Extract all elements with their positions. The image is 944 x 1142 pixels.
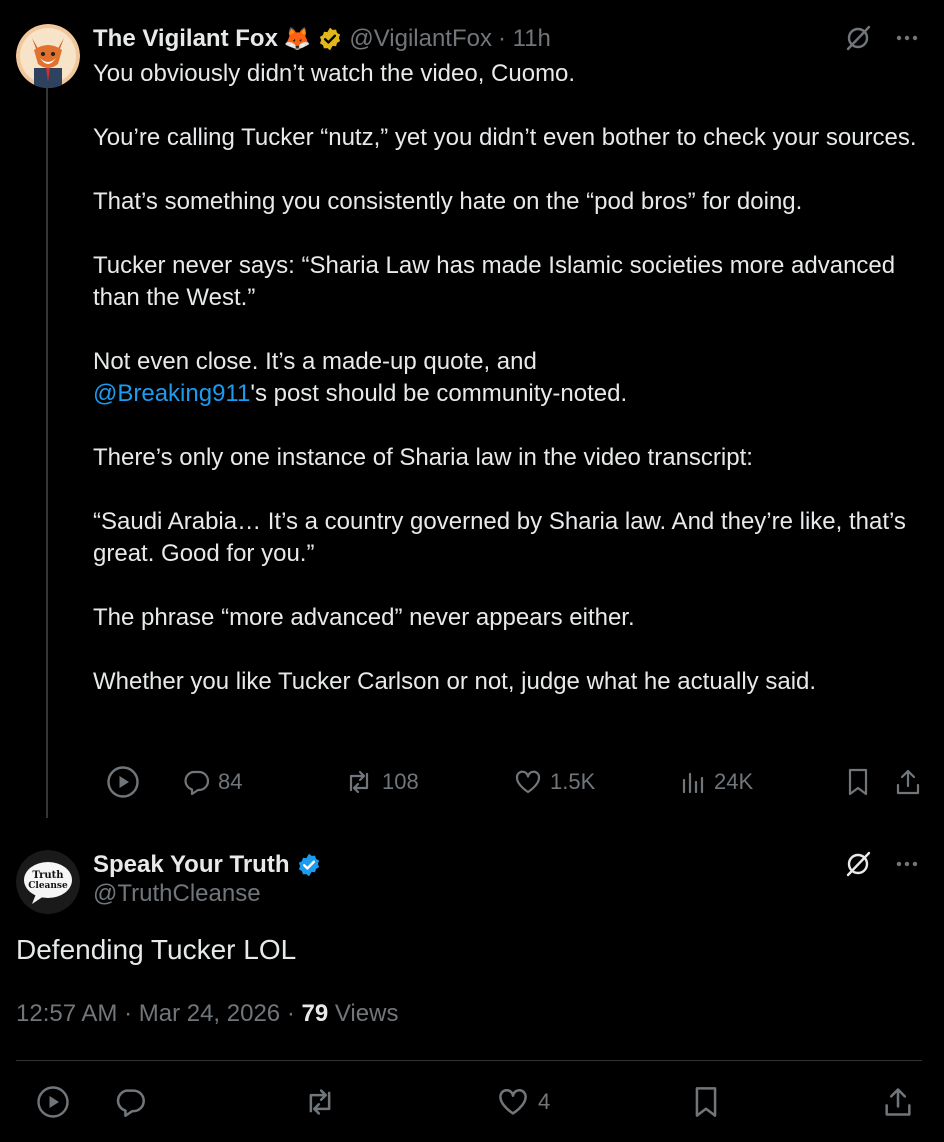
more-options-icon[interactable]: [894, 25, 920, 51]
view-count: 24K: [714, 769, 754, 794]
play-icon: [37, 1086, 69, 1118]
blue-verified-badge-icon[interactable]: [296, 852, 322, 878]
grok-icon[interactable]: [844, 850, 872, 878]
reply-count: 84: [218, 769, 243, 794]
heart-icon: [499, 1089, 527, 1115]
post-paragraph: There’s only one instance of Sharia law …: [93, 444, 753, 471]
heart-icon: [515, 770, 541, 794]
repost-button[interactable]: [302, 1082, 338, 1122]
author-handle[interactable]: @TruthCleanse: [93, 880, 322, 908]
post-time[interactable]: · 11h: [498, 25, 551, 53]
post-paragraph: Whether you like Tucker Carlson or not, …: [93, 668, 817, 695]
play-icon: [107, 766, 139, 798]
share-icon: [885, 1088, 911, 1116]
share-button[interactable]: [894, 762, 922, 802]
post2-top-actions: [844, 850, 920, 878]
bookmark-button[interactable]: [692, 1082, 720, 1122]
post2-text: Defending Tucker LOL: [16, 934, 297, 965]
avatar-vigilant-fox[interactable]: [16, 24, 80, 88]
post-paragraph: That’s something you consistently hate o…: [93, 188, 803, 215]
fox-emoji-icon: 🦊: [283, 26, 312, 51]
more-options-icon[interactable]: [894, 851, 920, 877]
bookmark-icon: [695, 1087, 717, 1117]
post-paragraph: Tucker never says: “Sharia Law has made …: [93, 252, 896, 311]
like-count: 1.5K: [550, 769, 596, 794]
post2-action-bar: 4: [0, 1080, 944, 1122]
author-handle[interactable]: @VigilantFox: [349, 25, 492, 53]
like-count: 4: [538, 1089, 551, 1114]
fox-avatar-image: [16, 24, 80, 88]
post2-meta: 12:57 AM · Mar 24, 2026 · 79 Views: [16, 1000, 398, 1028]
avatar-truth-cleanse[interactable]: Truth Cleanse: [16, 850, 80, 914]
repost-icon: [349, 770, 369, 794]
post-paragraph: The phrase “more advanced” never appears…: [93, 604, 635, 631]
post-paragraph: “Saudi Arabia… It’s a country governed b…: [93, 508, 906, 567]
bookmark-button[interactable]: [846, 762, 870, 802]
author-name[interactable]: The Vigilant Fox: [93, 25, 278, 53]
post-paragraph: You’re calling Tucker “nutz,” yet you di…: [93, 124, 917, 151]
repost-icon: [309, 1089, 331, 1115]
share-button[interactable]: [882, 1082, 914, 1122]
post1-text: You obviously didn’t watch the video, Cu…: [93, 58, 928, 698]
mention-link[interactable]: @Breaking911: [93, 380, 250, 407]
like-button[interactable]: 4: [496, 1082, 550, 1122]
views-label: Views: [334, 1000, 399, 1027]
avatar-text-line1: Truth: [32, 870, 64, 881]
quote-line-before: Not even close. It’s a made-up quote, an…: [93, 348, 537, 375]
reply-button[interactable]: 84: [182, 762, 242, 802]
share-icon: [896, 769, 920, 795]
grok-icon[interactable]: [844, 24, 872, 52]
reply-button[interactable]: [114, 1082, 146, 1122]
post-timestamp[interactable]: 12:57 AM · Mar 24, 2026 ·: [16, 1000, 295, 1027]
truth-cleanse-avatar-image: Truth Cleanse: [16, 850, 80, 914]
play-button[interactable]: [36, 1082, 70, 1122]
post1-header: The Vigilant Fox 🦊 @VigilantFox · 11h: [93, 22, 551, 56]
views-button[interactable]: 24K: [680, 762, 753, 802]
play-button[interactable]: [106, 762, 140, 802]
views-chart-icon: [682, 772, 704, 794]
gold-verified-badge-icon[interactable]: [317, 26, 343, 52]
post1-action-bar: 84 108 1.5K 24K: [106, 762, 926, 802]
post-paragraph-with-mention: Not even close. It’s a made-up quote, an…: [93, 346, 928, 410]
quote-line-after: 's post should be community-noted.: [250, 380, 628, 407]
reply-icon: [116, 1089, 145, 1117]
bookmark-icon: [848, 768, 868, 796]
avatar-text-line2: Cleanse: [28, 881, 68, 891]
thread-connector-line: [46, 88, 48, 818]
author-name[interactable]: Speak Your Truth: [93, 851, 290, 879]
post2-header: Speak Your Truth @TruthCleanse: [93, 848, 322, 908]
post1-top-actions: [844, 24, 920, 52]
repost-count: 108: [382, 769, 419, 794]
repost-button[interactable]: 108: [344, 762, 419, 802]
views-count: 79: [301, 1000, 329, 1027]
reply-icon: [184, 770, 210, 796]
like-button[interactable]: 1.5K: [514, 762, 595, 802]
divider: [16, 1060, 922, 1061]
post-paragraph: You obviously didn’t watch the video, Cu…: [93, 60, 576, 87]
